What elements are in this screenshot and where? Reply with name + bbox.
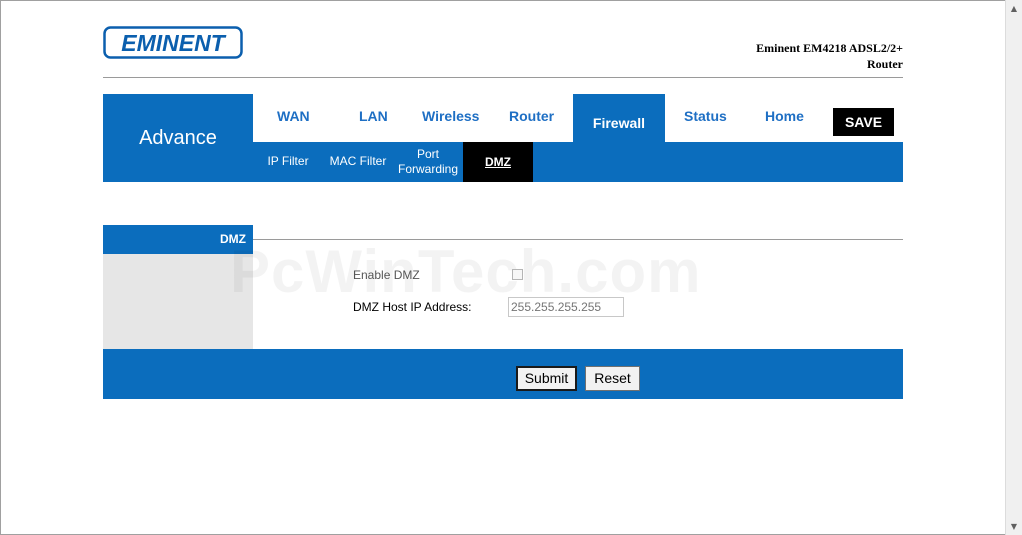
product-name: Eminent EM4218 ADSL2/2+ Router xyxy=(643,40,903,72)
subtab-port-forwarding-line1: Port xyxy=(416,147,439,161)
tab-wan[interactable]: WAN xyxy=(277,108,310,124)
subtab-mac-filter[interactable]: MAC Filter xyxy=(325,154,391,169)
subtab-ip-filter[interactable]: IP Filter xyxy=(262,154,314,169)
product-line-2: Router xyxy=(867,57,903,71)
subtab-port-forwarding-line2: Forwarding xyxy=(397,162,459,176)
logo-text: EMINENT xyxy=(121,30,226,56)
reset-button[interactable]: Reset xyxy=(585,366,640,391)
tab-wireless[interactable]: Wireless xyxy=(422,108,479,124)
enable-dmz-label: Enable DMZ xyxy=(353,268,420,282)
submit-button[interactable]: Submit xyxy=(516,366,577,391)
dmz-section-label: DMZ xyxy=(103,225,253,254)
enable-dmz-checkbox[interactable] xyxy=(512,269,523,280)
button-bar xyxy=(103,349,903,399)
scroll-down-icon[interactable]: ▼ xyxy=(1006,518,1022,535)
dmz-host-ip-label: DMZ Host IP Address: xyxy=(353,300,472,314)
eminent-logo: EMINENT xyxy=(103,26,243,59)
subtab-port-forwarding[interactable]: Port Forwarding xyxy=(393,147,463,177)
save-button[interactable]: SAVE xyxy=(833,108,894,136)
section-title: Advance xyxy=(103,94,253,182)
scroll-up-icon[interactable]: ▲ xyxy=(1006,0,1022,17)
header-divider xyxy=(103,77,903,78)
tab-router[interactable]: Router xyxy=(509,108,554,124)
vertical-scrollbar[interactable]: ▲ ▼ xyxy=(1005,0,1022,535)
sidebar-panel xyxy=(103,254,253,349)
tab-firewall[interactable]: Firewall xyxy=(573,94,665,142)
section-divider xyxy=(253,239,903,240)
dmz-host-ip-input[interactable] xyxy=(508,297,624,317)
subtab-dmz[interactable]: DMZ xyxy=(463,142,533,182)
product-line-1: Eminent EM4218 ADSL2/2+ xyxy=(756,41,903,55)
tab-home[interactable]: Home xyxy=(765,108,804,124)
tab-status[interactable]: Status xyxy=(684,108,727,124)
tab-lan[interactable]: LAN xyxy=(359,108,388,124)
